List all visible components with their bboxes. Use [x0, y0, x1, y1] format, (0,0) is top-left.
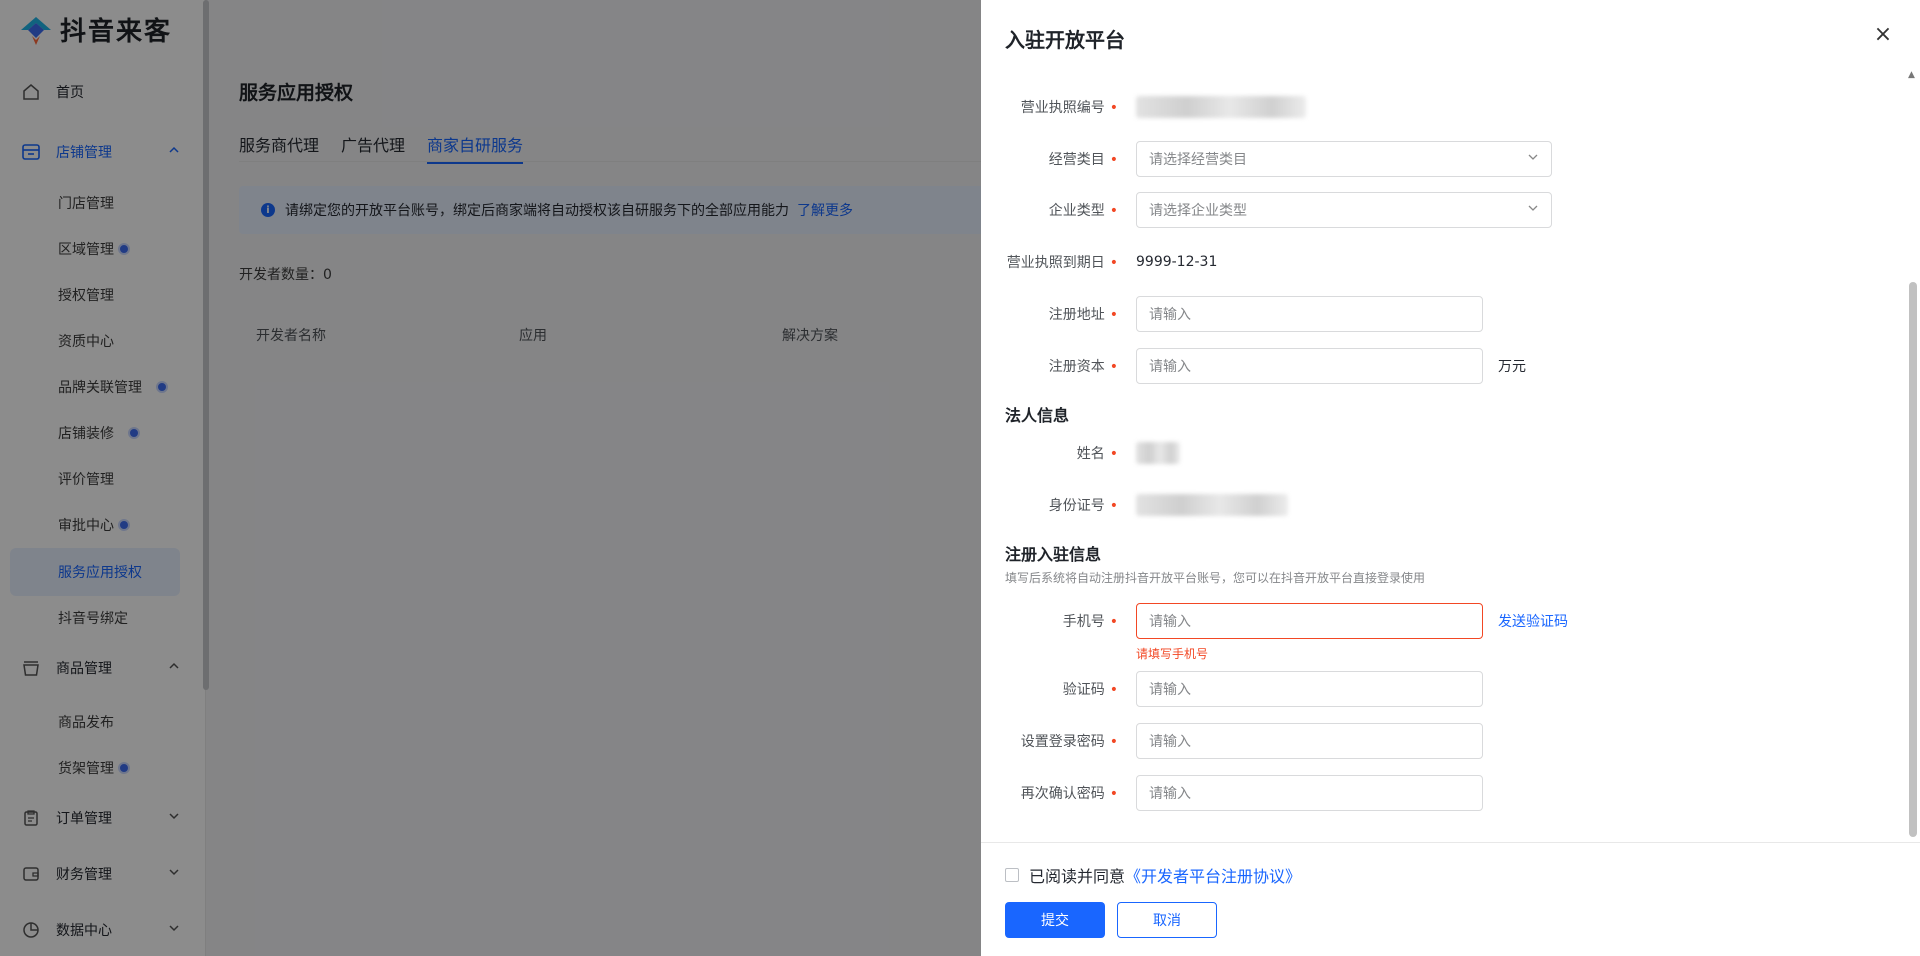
form-row-password: 设置登录密码 请输入: [981, 723, 1881, 759]
form-row-verification-code: 验证码 请输入: [981, 671, 1881, 707]
phone-error-message: 请填写手机号: [1136, 647, 1209, 661]
input-placeholder: 请输入: [1149, 614, 1191, 630]
form-row-registered-address: 注册地址 请输入: [981, 296, 1881, 332]
capital-unit: 万元: [1498, 359, 1526, 375]
drawer-footer: 已阅读并同意 《开发者平台注册协议》 提交 取消: [981, 842, 1920, 956]
license-expiry-value: 9999-12-31: [1136, 254, 1218, 270]
scrollbar-thumb[interactable]: [1909, 282, 1917, 837]
agreement-link[interactable]: 《开发者平台注册协议》: [1125, 863, 1301, 887]
scroll-up-arrow-icon[interactable]: ▲: [1908, 70, 1915, 80]
agreement-row: 已阅读并同意 《开发者平台注册协议》: [1005, 863, 1301, 887]
onboarding-drawer: 入驻开放平台 × ▲ 营业执照编号 经营类目 请选择经营类目 企业类型 请选择企…: [981, 0, 1920, 956]
agreement-text: 已阅读并同意: [1029, 867, 1126, 886]
form-row-license-expiry: 营业执照到期日 9999-12-31: [981, 244, 1881, 280]
select-placeholder: 请选择经营类目: [1149, 152, 1247, 168]
form-row-license-number: 营业执照编号: [981, 89, 1881, 125]
field-label: 设置登录密码: [1021, 731, 1118, 751]
field-label: 身份证号: [1049, 495, 1118, 515]
registered-capital-input[interactable]: 请输入: [1136, 348, 1483, 384]
form-row-legal-name: 姓名: [981, 435, 1881, 471]
field-label: 营业执照编号: [1021, 97, 1118, 117]
select-placeholder: 请选择企业类型: [1149, 203, 1247, 219]
field-label: 再次确认密码: [1021, 783, 1118, 803]
chevron-down-icon: [1527, 151, 1539, 167]
form-row-business-category: 经营类目 请选择经营类目: [981, 141, 1881, 177]
field-label: 经营类目: [1049, 149, 1118, 169]
phone-input[interactable]: 请输入: [1136, 603, 1483, 639]
cancel-button[interactable]: 取消: [1117, 902, 1217, 938]
send-code-link[interactable]: 发送验证码: [1498, 611, 1568, 631]
agreement-checkbox[interactable]: [1005, 868, 1019, 882]
input-placeholder: 请输入: [1149, 682, 1191, 698]
field-label: 姓名: [1077, 443, 1118, 463]
input-placeholder: 请输入: [1149, 734, 1191, 750]
input-placeholder: 请输入: [1149, 786, 1191, 802]
registered-address-input[interactable]: 请输入: [1136, 296, 1483, 332]
input-placeholder: 请输入: [1149, 307, 1191, 323]
registration-section-description: 填写后系统将自动注册抖音开放平台账号，您可以在抖音开放平台直接登录使用: [1005, 571, 1426, 585]
business-category-select[interactable]: 请选择经营类目: [1136, 141, 1552, 177]
form-row-company-type: 企业类型 请选择企业类型: [981, 192, 1881, 228]
confirm-password-input[interactable]: 请输入: [1136, 775, 1483, 811]
legal-name-value: [1136, 442, 1180, 464]
registration-section-title: 注册入驻信息: [1005, 545, 1102, 564]
submit-button[interactable]: 提交: [1005, 902, 1105, 938]
license-number-value: [1136, 96, 1306, 118]
modal-overlay[interactable]: [0, 0, 981, 956]
verification-code-input[interactable]: 请输入: [1136, 671, 1483, 707]
legal-person-section-title: 法人信息: [1005, 406, 1070, 425]
field-label: 营业执照到期日: [1007, 252, 1118, 272]
field-label: 企业类型: [1049, 200, 1118, 220]
field-label: 注册资本: [1049, 356, 1118, 376]
field-label: 注册地址: [1049, 304, 1118, 324]
company-type-select[interactable]: 请选择企业类型: [1136, 192, 1552, 228]
chevron-down-icon: [1527, 202, 1539, 218]
drawer-title: 入驻开放平台: [1005, 28, 1125, 52]
close-icon[interactable]: ×: [1872, 24, 1894, 46]
input-placeholder: 请输入: [1149, 359, 1191, 375]
form-row-id-number: 身份证号: [981, 487, 1881, 523]
form-row-registered-capital: 注册资本 请输入 万元: [981, 348, 1881, 384]
password-input[interactable]: 请输入: [1136, 723, 1483, 759]
field-label: 手机号: [1063, 611, 1118, 631]
id-number-value: [1136, 494, 1288, 516]
drawer-scrollbar[interactable]: ▲: [1906, 70, 1918, 840]
field-label: 验证码: [1063, 679, 1118, 699]
form-row-confirm-password: 再次确认密码 请输入: [981, 775, 1881, 811]
form-row-phone: 手机号 请输入 发送验证码: [981, 603, 1881, 639]
